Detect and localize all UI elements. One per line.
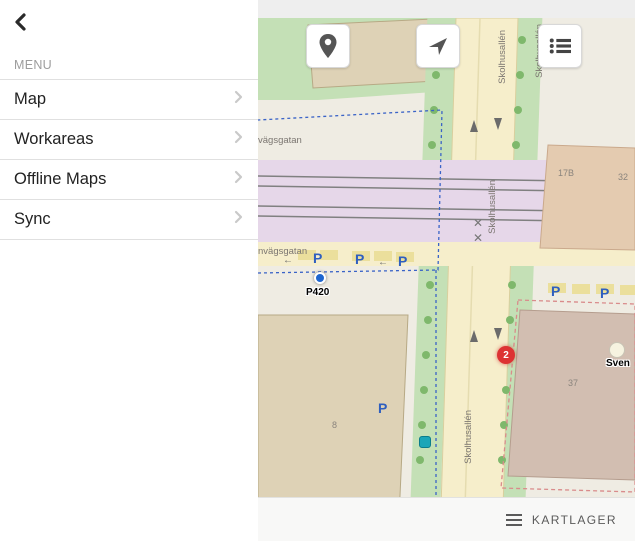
rail-switch-icon: ✕ [473, 216, 483, 230]
menu-header: MENU [0, 48, 258, 80]
street-label-skolhusallen: Skolhusallén [487, 180, 498, 234]
marker-cluster-red[interactable]: 2 [497, 346, 515, 364]
house-number: 32 [618, 172, 628, 182]
arrow-left-icon: ← [378, 257, 388, 268]
house-number: 37 [568, 378, 578, 388]
marker-circle[interactable] [609, 342, 625, 358]
menu-label: Sync [14, 210, 51, 229]
street-label-fragment: vägsgatan [258, 135, 302, 146]
parking-icon: P [355, 251, 364, 267]
menu-item-offline-maps[interactable]: Offline Maps [0, 159, 258, 200]
menu-label: Workareas [14, 130, 93, 149]
hamburger-icon [506, 514, 522, 526]
marker-dot[interactable] [314, 272, 326, 284]
street-label-skolhusallen: Skolhusallén [497, 30, 508, 84]
map-header-strip [258, 0, 635, 18]
sidebar-top [0, 0, 258, 48]
chevron-right-icon [234, 210, 244, 229]
sidebar-panel: MENU Map Workareas Offline Maps Sync [0, 0, 258, 541]
menu-item-sync[interactable]: Sync [0, 199, 258, 240]
bottom-bar-label: KARTLAGER [532, 513, 617, 527]
parking-icon: P [551, 283, 560, 299]
house-number: 17B [558, 168, 574, 178]
street-label-skolhusallen: Skolhusallén [463, 410, 474, 464]
house-number: 8 [332, 420, 337, 430]
layers-list-button[interactable] [538, 24, 582, 68]
map-canvas [258, 0, 635, 541]
menu-item-workareas[interactable]: Workareas [0, 119, 258, 160]
arrow-left-icon: ← [283, 255, 293, 266]
bus-stop-icon [419, 436, 431, 448]
chevron-right-icon [234, 170, 244, 189]
parking-icon: P [378, 400, 387, 416]
menu-item-map[interactable]: Map [0, 79, 258, 120]
bottom-bar-kartlager[interactable]: KARTLAGER [258, 497, 635, 541]
marker-cluster-count: 2 [503, 350, 509, 361]
menu-label: Offline Maps [14, 170, 106, 189]
chevron-right-icon [234, 130, 244, 149]
location-pin-icon [318, 34, 338, 58]
navigation-arrow-icon [427, 35, 449, 57]
list-lines-icon [549, 37, 571, 55]
map-area[interactable]: Skolhusallén Skolhusallén Skolhusallén S… [258, 0, 635, 541]
rail-switch-icon: ✕ [473, 231, 483, 245]
menu-label: Map [14, 90, 46, 109]
locate-me-button[interactable] [416, 24, 460, 68]
marker-label-p420: P420 [306, 287, 329, 298]
marker-pin-button[interactable] [306, 24, 350, 68]
back-button[interactable] [14, 13, 28, 36]
parking-icon: P [600, 285, 609, 301]
parking-icon: P [313, 250, 322, 266]
chevron-right-icon [234, 90, 244, 109]
parking-icon: P [398, 253, 407, 269]
chevron-left-icon [14, 13, 28, 31]
marker-label-sven: Sven [606, 358, 630, 369]
